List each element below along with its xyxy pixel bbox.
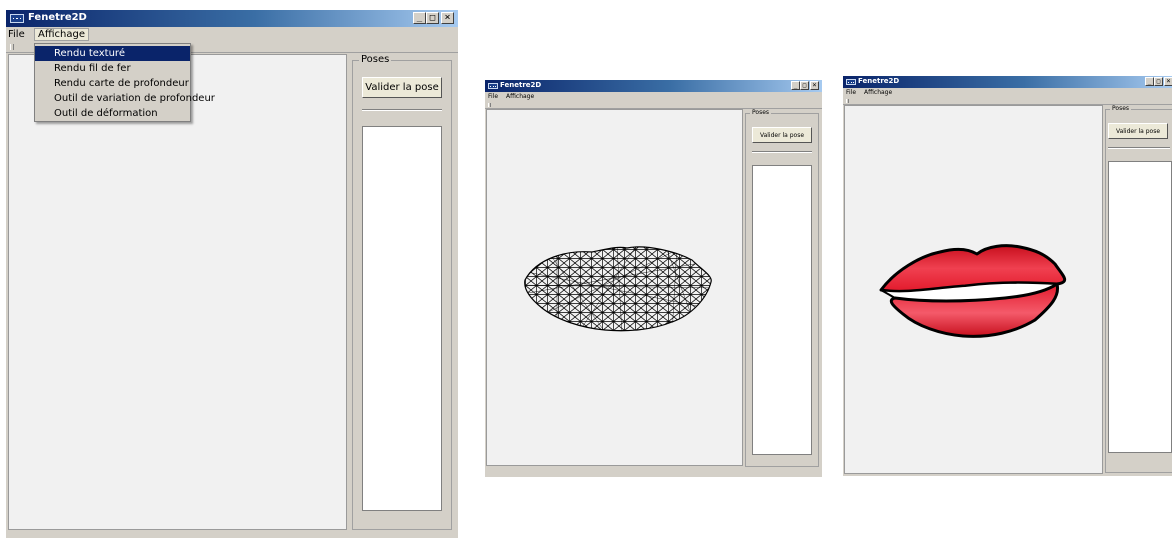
poses-separator <box>362 109 442 111</box>
poses-separator <box>752 151 812 153</box>
toolbar <box>485 102 822 109</box>
menu-file[interactable]: File <box>8 29 25 40</box>
window-title: Fenetre2D <box>500 81 542 89</box>
app-icon <box>846 79 856 85</box>
app-icon <box>488 83 498 89</box>
menu-file[interactable]: File <box>488 93 498 100</box>
render-canvas[interactable] <box>486 109 743 466</box>
menu-affichage[interactable]: Affichage <box>506 93 534 100</box>
title-bar[interactable]: Fenetre2D _ □ × <box>485 80 822 92</box>
toolbar <box>843 98 1172 105</box>
poses-list[interactable] <box>362 126 442 511</box>
validate-pose-button[interactable]: Valider la pose <box>362 77 442 98</box>
toolbar-grip[interactable] <box>846 99 849 103</box>
menu-bar: File Affichage <box>485 93 822 102</box>
toolbar-grip[interactable] <box>488 103 491 107</box>
poses-label: Poses <box>1110 105 1132 112</box>
close-button[interactable]: × <box>1164 77 1172 86</box>
wireframe-lips-render <box>524 246 712 332</box>
wireframe-window: Fenetre2D _ □ × File Affichage Poses Val… <box>485 80 822 477</box>
affichage-dropdown: Rendu texturé Rendu fil de fer Rendu car… <box>34 43 215 122</box>
validate-pose-button[interactable]: Valider la pose <box>1108 123 1168 139</box>
menu-item-rendu-fil-de-fer[interactable]: Rendu fil de fer <box>35 61 190 76</box>
maximize-button[interactable]: □ <box>800 81 809 90</box>
textured-lips-render <box>879 244 1067 338</box>
menu-affichage[interactable]: Affichage <box>34 28 89 41</box>
toolbar-grip[interactable] <box>10 44 14 50</box>
menu-item-rendu-carte-profondeur[interactable]: Rendu carte de profondeur <box>35 76 190 91</box>
textured-window: Fenetre2D _ □ × File Affichage Poses Val… <box>843 76 1172 476</box>
window-title: Fenetre2D <box>858 77 900 85</box>
minimize-button[interactable]: _ <box>413 12 426 24</box>
window-title: Fenetre2D <box>28 12 87 23</box>
menu-item-outil-deformation[interactable]: Outil de déformation <box>35 106 190 121</box>
close-button[interactable]: × <box>810 81 819 90</box>
poses-list[interactable] <box>752 165 812 455</box>
render-canvas[interactable] <box>8 54 347 530</box>
app-icon <box>10 14 24 23</box>
poses-list[interactable] <box>1108 161 1172 453</box>
poses-label: Poses <box>359 54 392 65</box>
minimize-button[interactable]: _ <box>791 81 800 90</box>
validate-pose-button[interactable]: Valider la pose <box>752 127 812 143</box>
title-bar[interactable]: Fenetre2D _ □ × <box>843 76 1172 88</box>
poses-separator <box>1108 147 1170 149</box>
menu-bar: File Affichage <box>6 28 458 42</box>
poses-panel: Poses Valider la pose <box>352 54 456 532</box>
render-canvas[interactable] <box>844 105 1103 474</box>
menu-bar: File Affichage <box>843 89 1172 98</box>
poses-label: Poses <box>750 109 772 116</box>
menu-item-outil-variation-profondeur[interactable]: Outil de variation de profondeur <box>35 91 215 106</box>
menu-file[interactable]: File <box>846 89 856 96</box>
menu-affichage[interactable]: Affichage <box>864 89 892 96</box>
poses-panel: Poses Valider la pose <box>745 109 821 469</box>
maximize-button[interactable]: □ <box>426 12 439 24</box>
close-button[interactable]: × <box>441 12 454 24</box>
menu-item-rendu-texture[interactable]: Rendu texturé <box>35 46 190 61</box>
poses-panel: Poses Valider la pose <box>1105 105 1172 475</box>
maximize-button[interactable]: □ <box>1154 77 1163 86</box>
minimize-button[interactable]: _ <box>1145 77 1154 86</box>
title-bar[interactable]: Fenetre2D _ □ × <box>6 10 458 27</box>
